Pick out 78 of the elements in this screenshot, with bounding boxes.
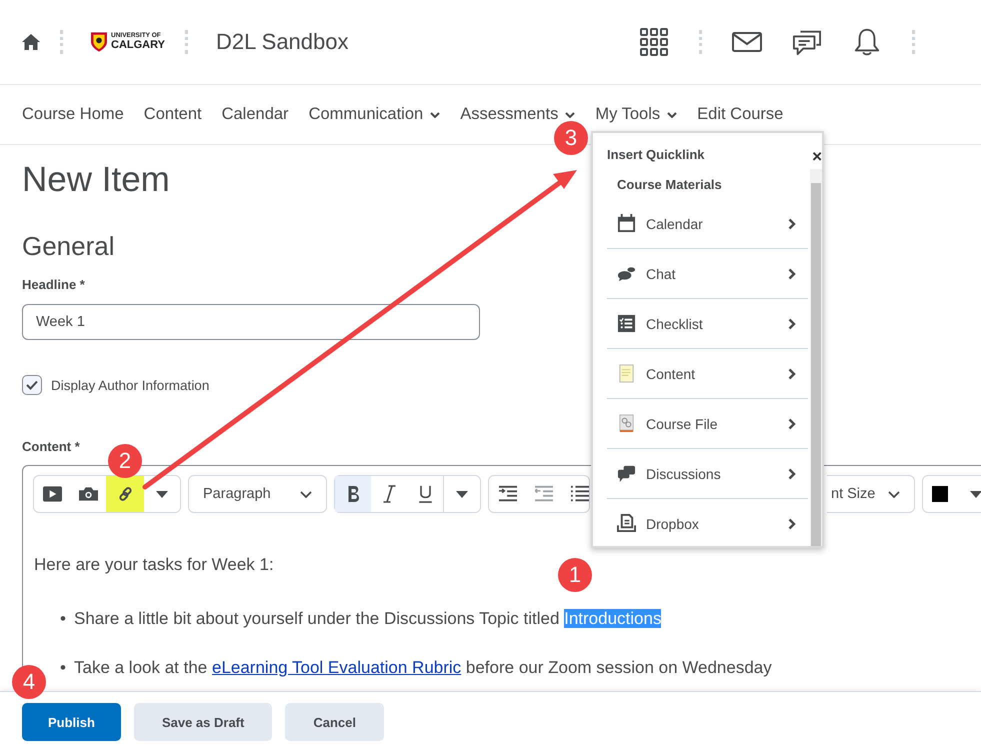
- chevron-right-icon: [788, 218, 796, 230]
- chevron-right-icon: [788, 518, 796, 530]
- bullet-text: Take a look at the eLearning Tool Evaluation Rubric before our Zoom session on Wednesday: [74, 657, 772, 679]
- quicklink-item[interactable]: Course File: [607, 399, 808, 449]
- nav-link[interactable]: Content: [144, 105, 202, 124]
- checkbox[interactable]: [22, 375, 42, 395]
- chevron-right-icon: [788, 418, 796, 430]
- chevron-right-icon: [788, 318, 796, 330]
- chevron-right-icon: [788, 268, 796, 280]
- footer-button[interactable]: Save as Draft: [134, 703, 272, 741]
- step-badge: 1: [558, 558, 592, 592]
- check-icon: [26, 380, 38, 390]
- section-title: General: [22, 230, 114, 263]
- panel-title: Insert Quicklink: [606, 146, 705, 163]
- quicklink-item[interactable]: Checklist: [607, 299, 808, 349]
- chevron-right-icon: [788, 368, 796, 380]
- caret-icon: [970, 490, 981, 498]
- bell-icon[interactable]: [852, 28, 882, 56]
- step-badge: 4: [12, 665, 46, 699]
- scrollbar[interactable]: [810, 169, 822, 546]
- caret-icon: [156, 490, 168, 498]
- checkbox-label: Display Author Information: [51, 378, 210, 392]
- page-title: New Item: [22, 159, 170, 201]
- italic-icon: [382, 485, 396, 503]
- quicklink-item[interactable]: Chat: [607, 249, 808, 299]
- toolbar-button[interactable]: [106, 476, 144, 512]
- field-label: Content *: [22, 439, 80, 455]
- document-icon: [617, 364, 636, 383]
- file-link-icon: [617, 414, 636, 433]
- headline-field[interactable]: Week 1: [22, 304, 480, 340]
- nav-link[interactable]: My Tools: [595, 105, 678, 124]
- chevron-right-icon: [788, 468, 796, 480]
- nav-link[interactable]: Assessments: [460, 105, 576, 124]
- close-button[interactable]: ×: [812, 149, 822, 165]
- block-format-select[interactable]: Paragraph: [188, 475, 327, 513]
- quicklink-item[interactable]: Dropbox: [607, 499, 808, 546]
- chevron-down-icon: [300, 490, 312, 498]
- field-label: Headline *: [22, 277, 85, 293]
- play-icon: [42, 486, 62, 502]
- camera-icon: [78, 486, 98, 502]
- nav-link[interactable]: Communication: [308, 105, 440, 124]
- checklist-icon: [617, 314, 636, 333]
- apps-grid-icon[interactable]: [639, 28, 669, 56]
- font-size-select[interactable]: nt Size: [827, 475, 915, 513]
- text-color-button[interactable]: [922, 475, 981, 513]
- bullet-text: Share a little bit about yourself under the Discussions Topic titled Introductions: [74, 608, 662, 630]
- indent-icon[interactable]: [499, 485, 517, 503]
- format-button[interactable]: [335, 476, 371, 512]
- footer-button[interactable]: Publish: [22, 703, 121, 741]
- bullet-marker: •: [60, 657, 67, 679]
- logo-text: CALGARY: [111, 40, 165, 51]
- step-badge: 3: [554, 121, 588, 155]
- calendar-icon: [617, 214, 636, 233]
- color-swatch: [932, 486, 948, 502]
- bold-icon: [346, 485, 360, 503]
- footer-button[interactable]: Cancel: [285, 703, 384, 741]
- nav-link[interactable]: Calendar: [222, 105, 289, 124]
- chat-icon[interactable]: [792, 28, 822, 56]
- text-link[interactable]: eLearning Tool Evaluation Rubric: [212, 658, 462, 677]
- quicklink-item[interactable]: Content: [607, 349, 808, 399]
- dropbox-tray-icon: [617, 514, 636, 533]
- mail-icon[interactable]: [732, 32, 762, 52]
- step-badge: 2: [108, 444, 142, 478]
- caret-icon: [456, 490, 468, 498]
- nav-link[interactable]: Edit Course: [697, 105, 784, 124]
- shield-icon: [91, 32, 107, 52]
- list-icon[interactable]: [571, 485, 589, 503]
- discussion-bubbles-icon: [617, 464, 636, 483]
- chevron-down-icon: [888, 490, 900, 498]
- bullet-marker: •: [60, 608, 67, 630]
- quicklink-item[interactable]: Calendar: [607, 199, 808, 249]
- underline-icon: [418, 485, 432, 503]
- section-heading: Course Materials: [616, 176, 722, 194]
- nav-link[interactable]: Course Home: [22, 105, 124, 124]
- home-icon[interactable]: [22, 34, 40, 50]
- editor-text: Here are your tasks for Week 1:: [34, 554, 274, 576]
- quicklink-item[interactable]: Discussions: [607, 449, 808, 499]
- course-title[interactable]: D2L Sandbox: [216, 29, 348, 55]
